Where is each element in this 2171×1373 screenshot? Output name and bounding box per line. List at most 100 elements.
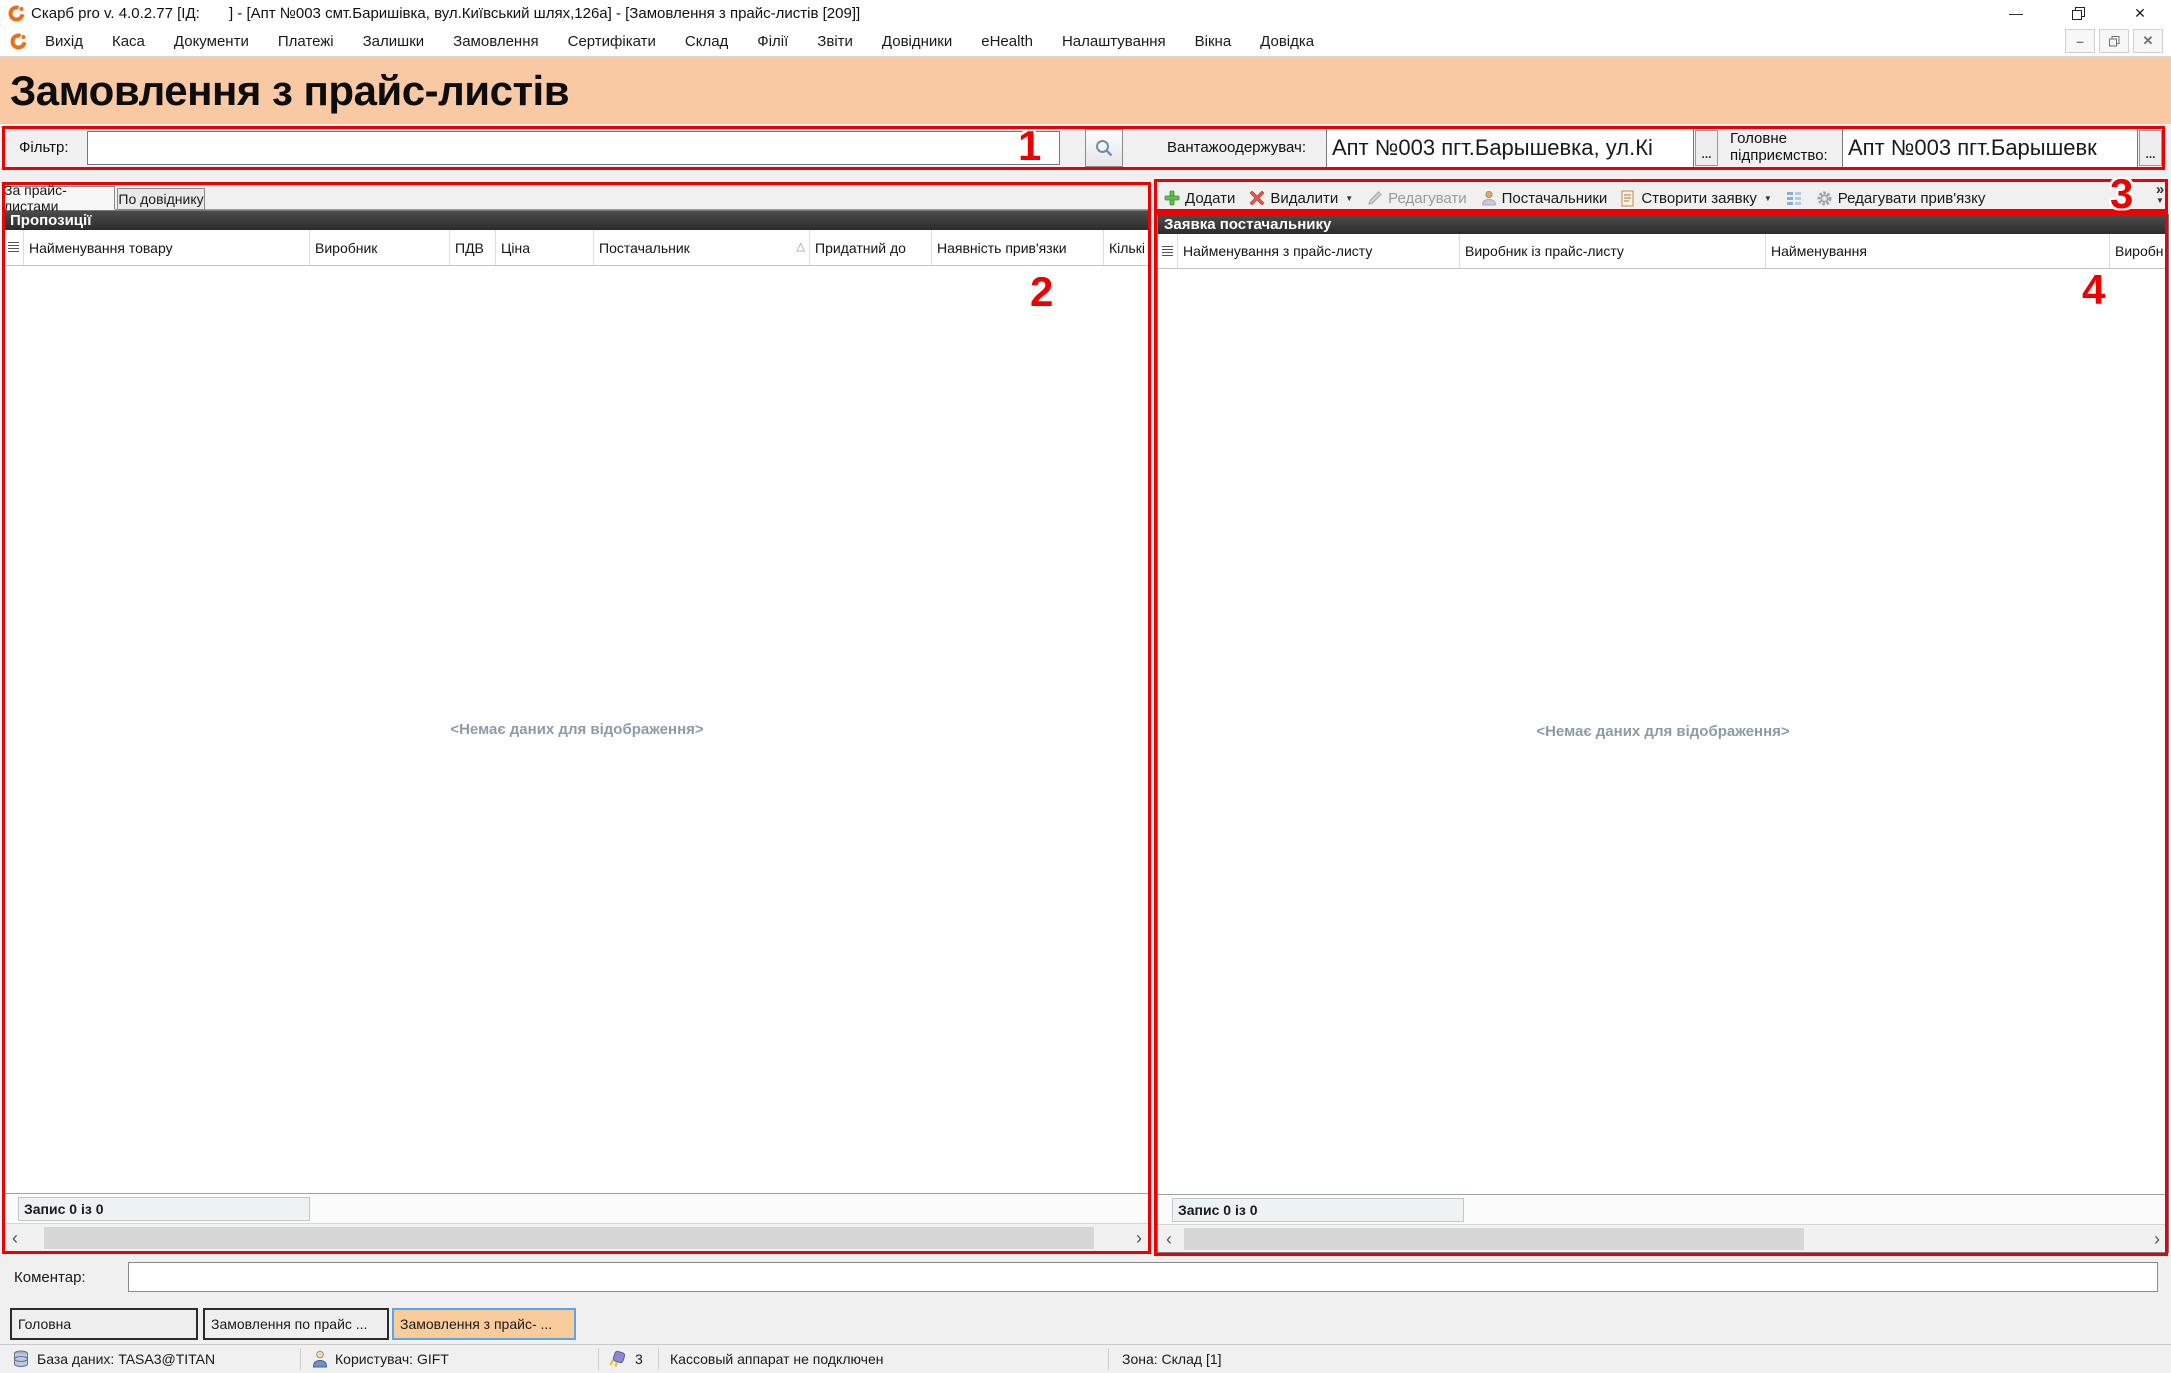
request-records-row: Запис 0 із 0 (1158, 1194, 2168, 1224)
column-header-quantity[interactable]: Кількі (1104, 230, 1150, 265)
mdi-restore-icon (2109, 36, 2120, 47)
search-icon (1094, 138, 1114, 158)
filter-input[interactable] (87, 131, 1060, 165)
scroll-right-icon[interactable]: › (1128, 1224, 1150, 1252)
delete-button[interactable]: Видалити ▼ (1245, 188, 1357, 209)
columns-button[interactable] (1782, 189, 1806, 208)
offers-header-bar: Пропозиції (4, 211, 1150, 230)
request-horizontal-scrollbar[interactable]: ‹ › (1158, 1224, 2168, 1252)
consignee-more-button[interactable]: ... (1695, 130, 1718, 166)
page-header-band: Замовлення з прайс-листів (0, 57, 2171, 124)
offers-grid[interactable]: <Немає даних для відображення> (4, 266, 1150, 1193)
column-header-manufacturer-from-pricelist[interactable]: Виробник із прайс-листу (1460, 234, 1766, 268)
offers-record-status: Запис 0 із 0 (18, 1197, 310, 1221)
request-grid-box: Заявка постачальнику Найменування з прай… (1157, 214, 2169, 1253)
status-separator (300, 1348, 301, 1370)
column-header-manufacturer2[interactable]: Виробн (2110, 234, 2168, 268)
consignee-label: Вантажоодержувач: (1167, 139, 1306, 156)
menu-item-ehealth[interactable]: eHealth (981, 33, 1033, 50)
toolbar-overflow-button[interactable]: » ▼ (2151, 184, 2169, 212)
main-enterprise-field[interactable]: Апт №003 пгт.Барышевк (1842, 128, 2138, 168)
person-icon (1481, 190, 1497, 206)
main-enterprise-more-button[interactable]: ... (2139, 130, 2162, 166)
menu-item-dokumenty[interactable]: Документи (174, 33, 249, 50)
offers-scroll-thumb[interactable] (44, 1227, 1094, 1249)
menu-item-kasa[interactable]: Каса (112, 33, 145, 50)
add-button[interactable]: Додати (1160, 188, 1239, 209)
scroll-right-icon[interactable]: › (2146, 1225, 2168, 1253)
column-header-manufacturer[interactable]: Виробник (310, 230, 450, 265)
window-restore-button[interactable] (2047, 0, 2109, 26)
column-header-binding[interactable]: Наявність прив'язки (932, 230, 1104, 265)
task-tab-orders-by-price[interactable]: Замовлення по прайс ... (203, 1308, 389, 1340)
menu-item-sklad[interactable]: Склад (685, 33, 728, 50)
suppliers-button[interactable]: Постачальники (1477, 188, 1612, 209)
row-menu-icon[interactable] (4, 230, 24, 265)
edit-button[interactable]: Редагувати (1363, 188, 1471, 209)
column-header-name-from-pricelist[interactable]: Найменування з прайс-листу (1178, 234, 1460, 268)
scroll-left-icon[interactable]: ‹ (1158, 1225, 1180, 1253)
tab-by-directory[interactable]: По довіднику (117, 188, 205, 210)
menu-item-sertyfikaty[interactable]: Сертифікати (568, 33, 656, 50)
menu-item-zalyshky[interactable]: Залишки (363, 33, 425, 50)
window-minimize-button[interactable]: — (1985, 0, 2047, 26)
mdi-close-button[interactable]: ✕ (2133, 29, 2163, 53)
offers-empty-text: <Немає даних для відображення> (450, 721, 703, 738)
sort-asc-icon: △ (797, 240, 805, 253)
create-request-dropdown-icon[interactable]: ▼ (1764, 194, 1772, 203)
menu-item-zvity[interactable]: Звіти (817, 33, 853, 50)
columns-icon (1786, 191, 1802, 206)
menu-item-dovidka[interactable]: Довідка (1260, 33, 1314, 50)
edit-binding-button[interactable]: Редагувати прив'язку (1812, 188, 1990, 209)
menu-item-platezhi[interactable]: Платежі (278, 33, 334, 50)
comment-input[interactable] (128, 1262, 2158, 1292)
column-header-vat[interactable]: ПДВ (450, 230, 496, 265)
request-scroll-thumb[interactable] (1184, 1228, 1804, 1250)
filter-label: Фільтр: (19, 139, 69, 156)
consignee-field[interactable]: Апт №003 пгт.Барышевка, ул.Кі (1326, 128, 1694, 168)
column-header-valid-until[interactable]: Придатний до (810, 230, 932, 265)
menu-item-nalashtuvannia[interactable]: Налаштування (1062, 33, 1166, 50)
menu-item-filii[interactable]: Філії (757, 33, 788, 50)
menu-item-zamovlennia[interactable]: Замовлення (453, 33, 538, 50)
window-title: Скарб pro v. 4.0.2.77 [ІД: ] - [Апт №003… (31, 5, 860, 22)
search-button[interactable] (1085, 129, 1123, 167)
task-tab-orders-from-price[interactable]: Замовлення з прайс- ... (392, 1308, 576, 1340)
overflow-dropdown-icon: ▼ (2156, 195, 2164, 206)
status-bar: База даних: TASA3@TITAN Користувач: GIFT… (0, 1344, 2171, 1372)
mdi-minimize-button[interactable]: – (2065, 29, 2095, 53)
supplier-request-panel: Додати Видалити ▼ Редагувати Постачальни… (1157, 184, 2169, 1253)
filter-row: Фільтр: Вантажоодержувач: Апт №003 пгт.Б… (0, 124, 2171, 172)
scroll-left-icon[interactable]: ‹ (4, 1224, 26, 1252)
task-tabs-row: Головна Замовлення по прайс ... Замовлен… (0, 1308, 2171, 1342)
offers-horizontal-scrollbar[interactable]: ‹ › (4, 1223, 1150, 1251)
tab-by-price-lists[interactable]: За прайс-листами (3, 186, 115, 210)
request-grid[interactable]: <Немає даних для відображення> (1158, 269, 2168, 1194)
window-close-button[interactable]: ✕ (2109, 0, 2171, 26)
main-enterprise-label: Головне підприємство: (1730, 130, 1834, 164)
create-request-button[interactable]: Створити заявку ▼ (1617, 188, 1775, 209)
menu-item-vikna[interactable]: Вікна (1195, 33, 1232, 50)
delete-dropdown-icon[interactable]: ▼ (1345, 194, 1353, 203)
user-status: Користувач: GIFT (335, 1351, 449, 1367)
task-tab-home[interactable]: Головна (10, 1308, 198, 1340)
column-header-supplier[interactable]: Постачальник △ (594, 230, 810, 265)
menu-item-dovidnyky[interactable]: Довідники (882, 33, 952, 50)
menu-bar: Вихід Каса Документи Платежі Залишки Зам… (0, 26, 2171, 57)
column-header-name[interactable]: Найменування (1766, 234, 2110, 268)
column-header-price[interactable]: Ціна (496, 230, 594, 265)
column-header-product-name[interactable]: Найменування товару (24, 230, 310, 265)
delete-x-icon (1249, 190, 1265, 206)
request-record-status: Запис 0 із 0 (1172, 1198, 1464, 1222)
menu-item-vyhid[interactable]: Вихід (45, 33, 83, 50)
status-separator (1108, 1348, 1109, 1370)
pencil-icon (1367, 190, 1383, 206)
page-title: Замовлення з прайс-листів (10, 67, 569, 115)
request-empty-text: <Немає даних для відображення> (1536, 723, 1789, 740)
mdi-restore-button[interactable] (2099, 29, 2129, 53)
row-menu-icon[interactable] (1158, 234, 1178, 268)
status-separator (658, 1348, 659, 1370)
comment-row: Коментар: (0, 1256, 2171, 1300)
request-column-headers: Найменування з прайс-листу Виробник із п… (1158, 234, 2168, 269)
cash-register-status: Кассовый аппарат не подключен (670, 1351, 884, 1367)
